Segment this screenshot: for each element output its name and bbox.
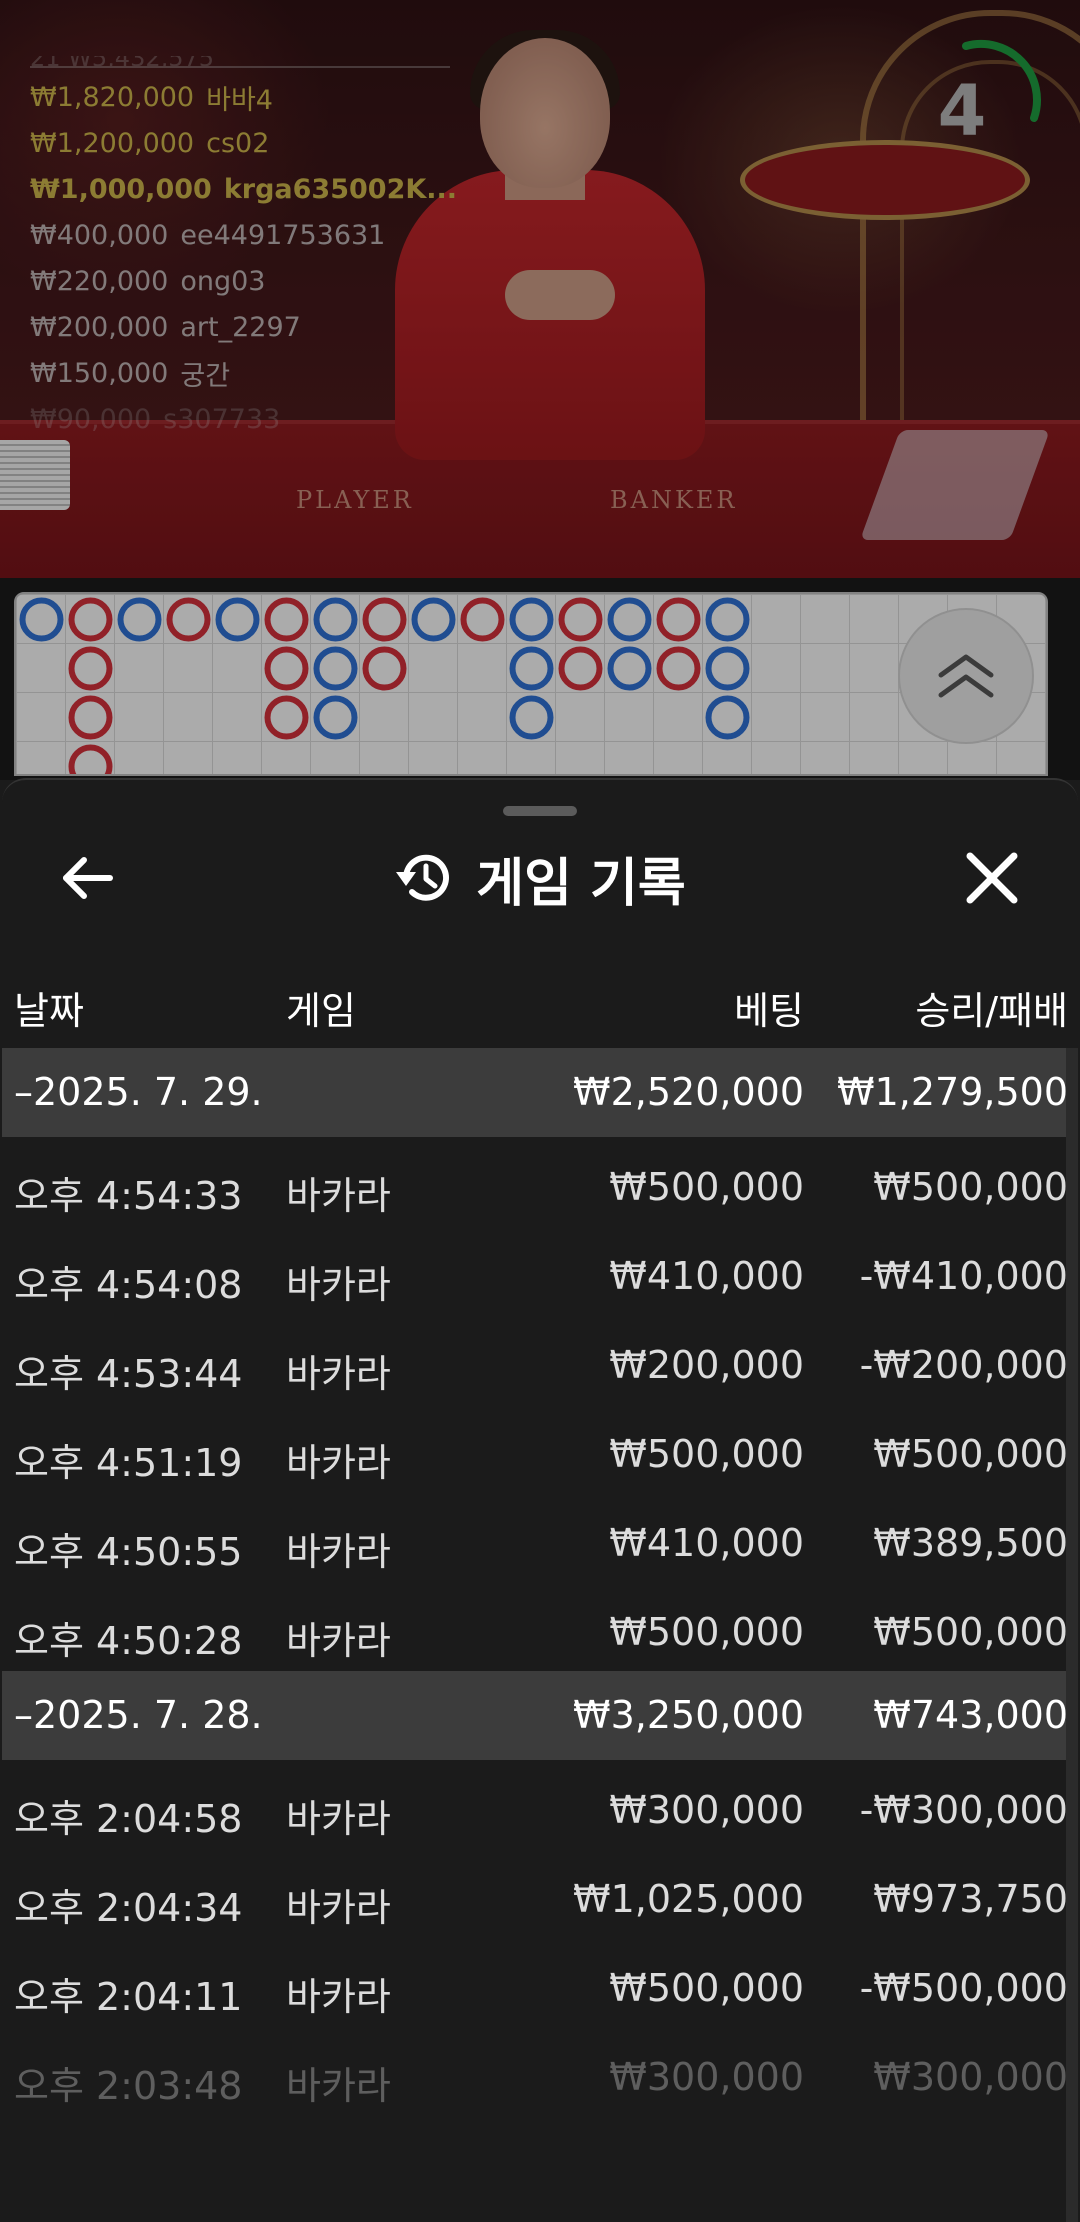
sheet-title: 게임 기록 [476, 853, 686, 914]
row-game: 바카라 [286, 1352, 391, 1396]
row-time: 오후 4:50:28 [14, 1619, 243, 1663]
table-row[interactable]: 오후 4:51:19 바카라 ₩500,000 ₩500,000 [2, 1404, 1078, 1493]
row-time: 오후 2:04:11 [14, 1975, 243, 2019]
table-row[interactable]: 오후 2:03:48 바카라 ₩300,000 ₩300,000 [2, 2027, 1078, 2116]
group-total-bet: ₩2,520,000 [573, 1070, 804, 1114]
row-bet: ₩1,025,000 [573, 1877, 804, 1921]
row-bet: ₩410,000 [609, 1254, 804, 1298]
row-time: 오후 4:50:55 [14, 1530, 243, 1574]
row-bet: ₩410,000 [609, 1521, 804, 1565]
row-game: 바카라 [286, 1441, 391, 1485]
header-winloss: 승리/패배 [915, 989, 1068, 1033]
header-game: 게임 [286, 989, 356, 1033]
row-winloss: ₩500,000 [873, 1432, 1068, 1476]
header-date: 날짜 [14, 989, 84, 1033]
row-time: 오후 4:53:44 [14, 1352, 243, 1396]
row-winloss: ₩500,000 [873, 1610, 1068, 1654]
row-winloss: ₩500,000 [873, 1165, 1068, 1209]
header-bet: 베팅 [734, 989, 804, 1033]
game-history-sheet: 게임 기록 날짜 게임 베팅 승리/패배 –2025. 7. 29. ₩2,520… [2, 778, 1078, 2222]
row-time: 오후 4:51:19 [14, 1441, 243, 1485]
row-winloss: -₩300,000 [859, 1788, 1068, 1832]
history-list[interactable]: –2025. 7. 29. ₩2,520,000 ₩1,279,500 오후 4:54… [2, 1048, 1078, 2116]
row-bet: ₩300,000 [609, 1788, 804, 1832]
group-date: –2025. 7. 29. [14, 1070, 263, 1114]
row-bet: ₩300,000 [609, 2055, 804, 2099]
row-bet: ₩200,000 [609, 1343, 804, 1387]
close-button[interactable] [962, 848, 1022, 908]
row-time: 오후 2:04:58 [14, 1797, 243, 1841]
row-game: 바카라 [286, 1530, 391, 1574]
table-row[interactable]: 오후 2:04:58 바카라 ₩300,000 -₩300,000 [2, 1760, 1078, 1849]
row-game: 바카라 [286, 1886, 391, 1930]
scrollbar[interactable] [1066, 1048, 1078, 2222]
row-game: 바카라 [286, 1263, 391, 1307]
history-icon [396, 854, 450, 901]
table-row[interactable]: 오후 4:54:08 바카라 ₩410,000 -₩410,000 [2, 1226, 1078, 1315]
sheet-grabber[interactable] [503, 806, 577, 816]
group-total-winloss: ₩743,000 [873, 1693, 1068, 1737]
table-row[interactable]: 오후 2:04:34 바카라 ₩1,025,000 ₩973,750 [2, 1849, 1078, 1938]
row-bet: ₩500,000 [609, 1165, 804, 1209]
table-header: 날짜 게임 베팅 승리/패배 [2, 980, 1078, 1033]
group-total-winloss: ₩1,279,500 [837, 1070, 1068, 1114]
date-group-header[interactable]: –2025. 7. 29. ₩2,520,000 ₩1,279,500 [2, 1048, 1078, 1137]
row-winloss: ₩300,000 [873, 2055, 1068, 2099]
row-time: 오후 4:54:33 [14, 1174, 243, 1218]
row-winloss: ₩389,500 [873, 1521, 1068, 1565]
sheet-header: 게임 기록 [2, 842, 1078, 914]
table-row[interactable]: 오후 4:54:33 바카라 ₩500,000 ₩500,000 [2, 1137, 1078, 1226]
row-game: 바카라 [286, 1174, 391, 1218]
group-total-bet: ₩3,250,000 [573, 1693, 804, 1737]
row-game: 바카라 [286, 1619, 391, 1663]
row-winloss: -₩410,000 [859, 1254, 1068, 1298]
table-row[interactable]: 오후 4:53:44 바카라 ₩200,000 -₩200,000 [2, 1315, 1078, 1404]
row-time: 오후 4:54:08 [14, 1263, 243, 1307]
row-winloss: -₩500,000 [859, 1966, 1068, 2010]
row-game: 바카라 [286, 1975, 391, 2019]
row-game: 바카라 [286, 1797, 391, 1841]
table-row[interactable]: 오후 2:04:11 바카라 ₩500,000 -₩500,000 [2, 1938, 1078, 2027]
row-game: 바카라 [286, 2064, 391, 2108]
row-time: 오후 2:03:48 [14, 2064, 243, 2108]
row-bet: ₩500,000 [609, 1432, 804, 1476]
row-bet: ₩500,000 [609, 1610, 804, 1654]
overlay-dim [0, 0, 1080, 780]
row-winloss: -₩200,000 [859, 1343, 1068, 1387]
row-time: 오후 2:04:34 [14, 1886, 243, 1930]
date-group-header[interactable]: –2025. 7. 28. ₩3,250,000 ₩743,000 [2, 1671, 1078, 1760]
table-row[interactable]: 오후 4:50:28 바카라 ₩500,000 ₩500,000 [2, 1582, 1078, 1671]
row-bet: ₩500,000 [609, 1966, 804, 2010]
close-icon [966, 852, 1018, 904]
table-row[interactable]: 오후 4:50:55 바카라 ₩410,000 ₩389,500 [2, 1493, 1078, 1582]
row-winloss: ₩973,750 [873, 1877, 1068, 1921]
group-date: –2025. 7. 28. [14, 1693, 263, 1737]
